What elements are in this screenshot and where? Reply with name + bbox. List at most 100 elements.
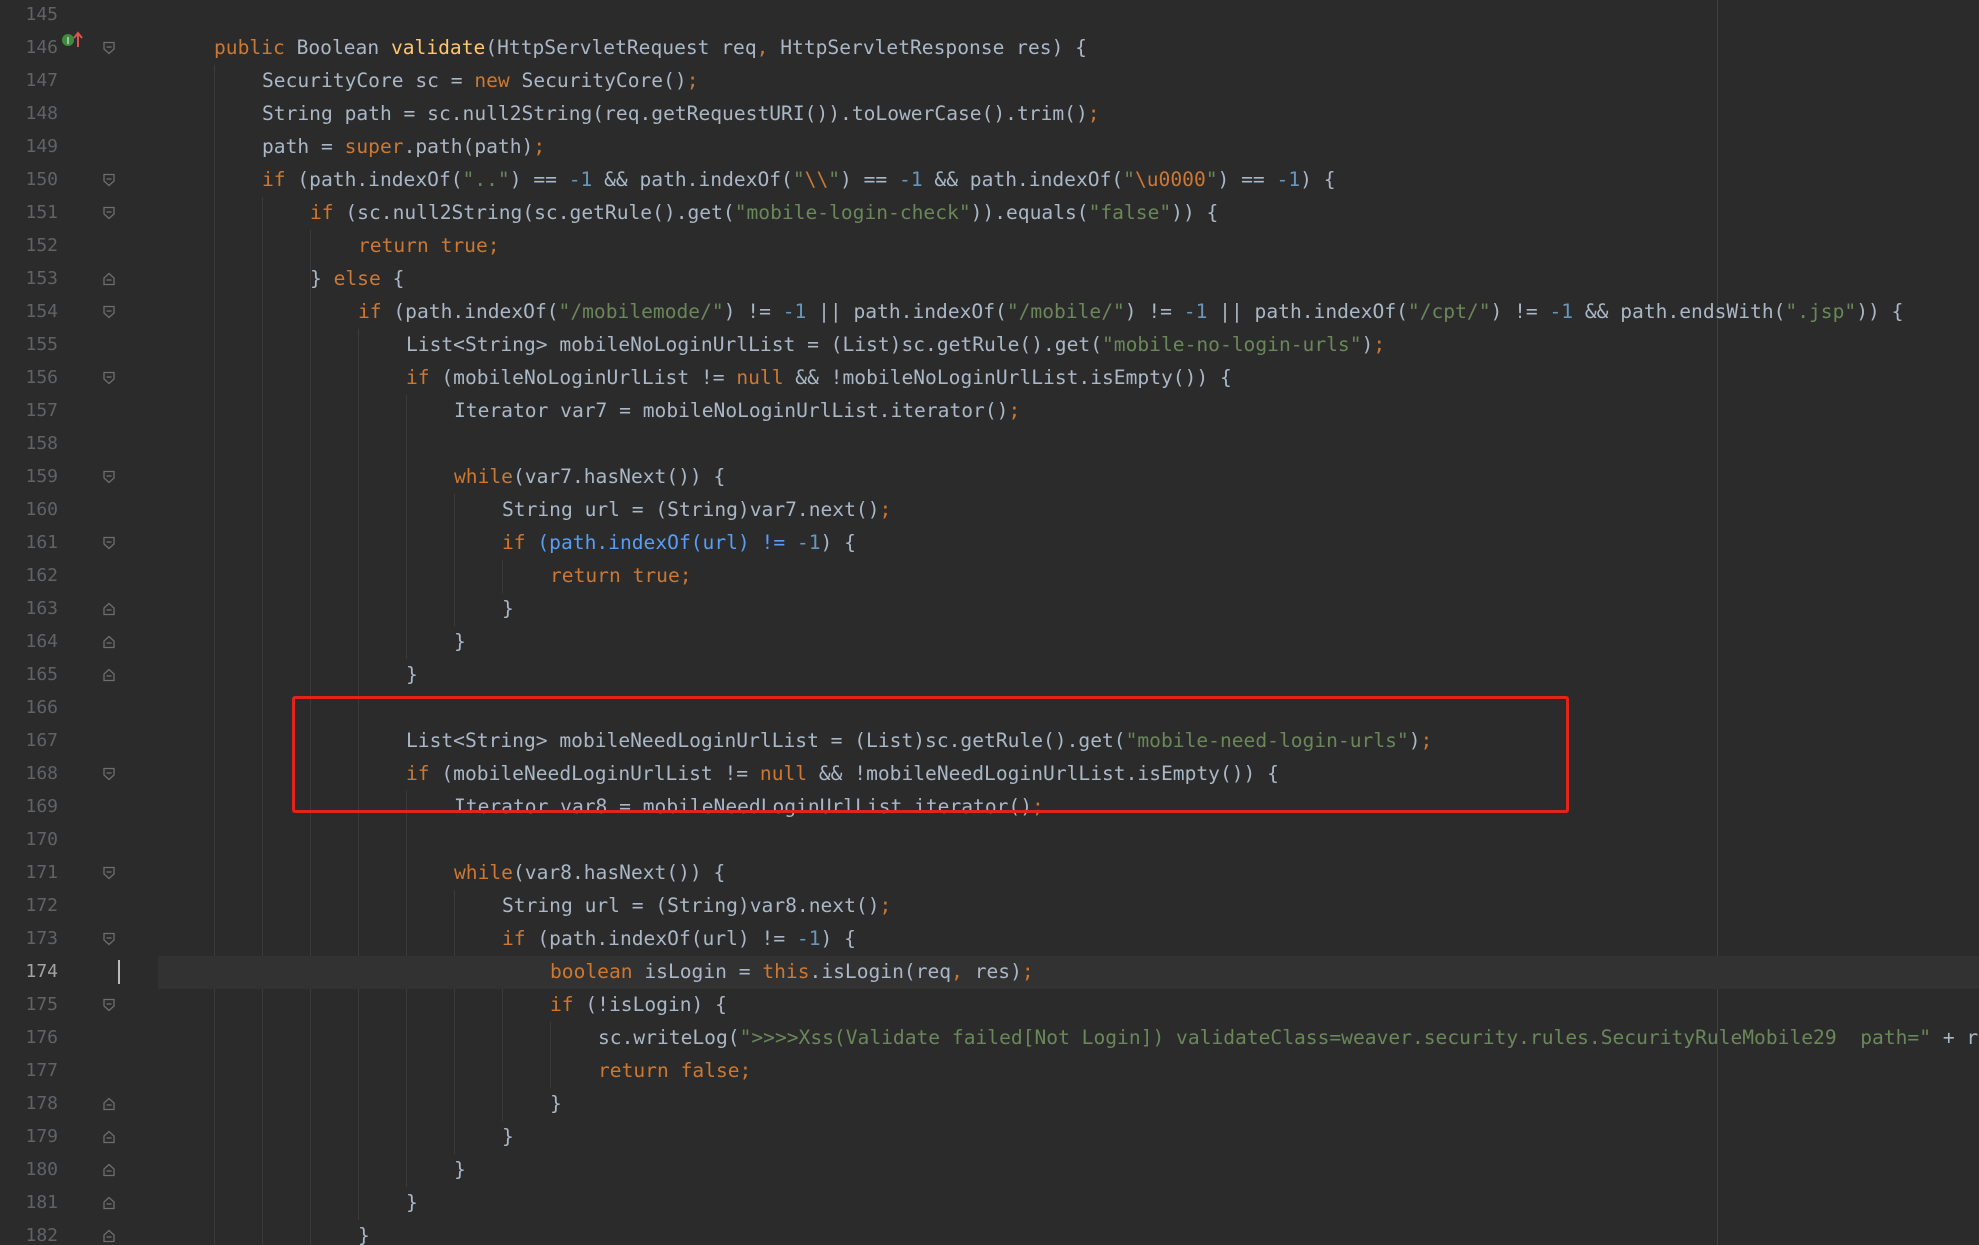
line-number[interactable]: 162: [0, 566, 58, 599]
line-number[interactable]: 175: [0, 995, 58, 1028]
code-line[interactable]: if (path.indexOf("..") == -1 && path.ind…: [262, 170, 1336, 203]
fold-start-icon[interactable]: [102, 932, 116, 946]
code-line[interactable]: if (sc.null2String(sc.getRule().get("mob…: [310, 203, 1218, 236]
code-token: -1: [568, 168, 605, 191]
line-number[interactable]: 182: [0, 1226, 58, 1245]
line-number[interactable]: 158: [0, 434, 58, 467]
code-token: }: [502, 1125, 514, 1148]
code-line[interactable]: public Boolean validate(HttpServletReque…: [214, 38, 1087, 71]
line-number[interactable]: 148: [0, 104, 58, 137]
code-line[interactable]: }: [406, 665, 418, 698]
line-number[interactable]: 173: [0, 929, 58, 962]
line-number[interactable]: 160: [0, 500, 58, 533]
code-line[interactable]: }: [502, 599, 514, 632]
line-number[interactable]: 170: [0, 830, 58, 863]
code-line[interactable]: Iterator var7 = mobileNoLoginUrlList.ite…: [454, 401, 1020, 434]
line-number[interactable]: 178: [0, 1094, 58, 1127]
fold-start-icon[interactable]: [102, 866, 116, 880]
code-line[interactable]: }: [550, 1094, 562, 1127]
line-number[interactable]: 165: [0, 665, 58, 698]
fold-start-icon[interactable]: [102, 206, 116, 220]
code-line[interactable]: sc.writeLog(">>>>Xss(Validate failed[Not…: [598, 1028, 1979, 1061]
line-number[interactable]: 181: [0, 1193, 58, 1226]
fold-start-icon[interactable]: [102, 470, 116, 484]
fold-start-icon[interactable]: [102, 305, 116, 319]
code-token: ,: [951, 960, 975, 983]
code-line[interactable]: }: [454, 632, 466, 665]
line-number[interactable]: 152: [0, 236, 58, 269]
fold-end-icon[interactable]: [102, 1163, 116, 1177]
code-line[interactable]: path = super.path(path);: [262, 137, 545, 170]
line-number[interactable]: 171: [0, 863, 58, 896]
code-line[interactable]: return true;: [358, 236, 500, 269]
line-number[interactable]: 145: [0, 5, 58, 38]
code-line[interactable]: List<String> mobileNoLoginUrlList = (Lis…: [406, 335, 1385, 368]
line-number[interactable]: 167: [0, 731, 58, 764]
line-number[interactable]: 146: [0, 38, 58, 71]
line-number[interactable]: 159: [0, 467, 58, 500]
line-number[interactable]: 168: [0, 764, 58, 797]
code-line[interactable]: if (path.indexOf(url) != -1) {: [502, 533, 856, 566]
editor-gutter[interactable]: I 145 146 147 148 149 150 151 152 153 154 155 156 15…: [0, 0, 158, 1245]
code-line[interactable]: if (!isLogin) {: [550, 995, 727, 1028]
code-token: ) {: [820, 531, 856, 554]
fold-end-icon[interactable]: [102, 1196, 116, 1210]
line-number[interactable]: 150: [0, 170, 58, 203]
implementing-method-icon[interactable]: I: [61, 31, 85, 49]
code-line[interactable]: if (path.indexOf("/mobilemode/") != -1 |…: [358, 302, 1903, 335]
fold-start-icon[interactable]: [102, 371, 116, 385]
fold-end-icon[interactable]: [102, 602, 116, 616]
line-number[interactable]: 169: [0, 797, 58, 830]
code-line[interactable]: }: [454, 1160, 466, 1193]
line-number[interactable]: 156: [0, 368, 58, 401]
code-line[interactable]: String path = sc.null2String(req.getRequ…: [262, 104, 1100, 137]
code-line[interactable]: return true;: [550, 566, 692, 599]
line-number[interactable]: 164: [0, 632, 58, 665]
code-line[interactable]: while(var8.hasNext()) {: [454, 863, 725, 896]
code-line[interactable]: String url = (String)var8.next();: [502, 896, 891, 929]
line-number[interactable]: 155: [0, 335, 58, 368]
code-line[interactable]: }: [358, 1226, 370, 1245]
fold-end-icon[interactable]: [102, 1097, 116, 1111]
line-number[interactable]: 174: [0, 962, 58, 995]
fold-start-icon[interactable]: [102, 536, 116, 550]
line-number[interactable]: 161: [0, 533, 58, 566]
line-number[interactable]: 176: [0, 1028, 58, 1061]
fold-end-icon[interactable]: [102, 272, 116, 286]
line-number[interactable]: 157: [0, 401, 58, 434]
code-line[interactable]: }: [502, 1127, 514, 1160]
fold-end-icon[interactable]: [102, 635, 116, 649]
fold-end-icon[interactable]: [102, 668, 116, 682]
line-number[interactable]: 154: [0, 302, 58, 335]
line-number[interactable]: 149: [0, 137, 58, 170]
code-line[interactable]: boolean isLogin = this.isLogin(req, res)…: [550, 962, 1034, 995]
code-token: && path.endsWith(: [1584, 300, 1786, 323]
line-number[interactable]: 179: [0, 1127, 58, 1160]
line-number[interactable]: 180: [0, 1160, 58, 1193]
line-number[interactable]: 147: [0, 71, 58, 104]
code-line[interactable]: while(var7.hasNext()) {: [454, 467, 725, 500]
code-line[interactable]: }: [406, 1193, 418, 1226]
fold-end-icon[interactable]: [102, 1229, 116, 1243]
code-line[interactable]: SecurityCore sc = new SecurityCore();: [262, 71, 698, 104]
code-token: if: [310, 201, 346, 224]
code-line[interactable]: } else {: [310, 269, 404, 302]
code-line[interactable]: String url = (String)var7.next();: [502, 500, 891, 533]
fold-end-icon[interactable]: [102, 1130, 116, 1144]
indent-guide: [214, 65, 215, 1245]
code-token: String url = (String)var7.next(): [502, 498, 880, 521]
line-number[interactable]: 163: [0, 599, 58, 632]
code-line[interactable]: return false;: [598, 1061, 751, 1094]
code-editor[interactable]: I 145 146 147 148 149 150 151 152 153 154 155 156 15…: [0, 0, 1979, 1245]
line-number[interactable]: 177: [0, 1061, 58, 1094]
fold-start-icon[interactable]: [102, 767, 116, 781]
line-number[interactable]: 153: [0, 269, 58, 302]
fold-start-icon[interactable]: [102, 998, 116, 1012]
fold-start-icon[interactable]: [102, 173, 116, 187]
line-number[interactable]: 151: [0, 203, 58, 236]
line-number[interactable]: 166: [0, 698, 58, 731]
fold-start-icon[interactable]: [102, 41, 116, 55]
code-line[interactable]: if (mobileNoLoginUrlList != null && !mob…: [406, 368, 1232, 401]
line-number[interactable]: 172: [0, 896, 58, 929]
code-area[interactable]: public Boolean validate(HttpServletReque…: [158, 0, 1979, 1245]
